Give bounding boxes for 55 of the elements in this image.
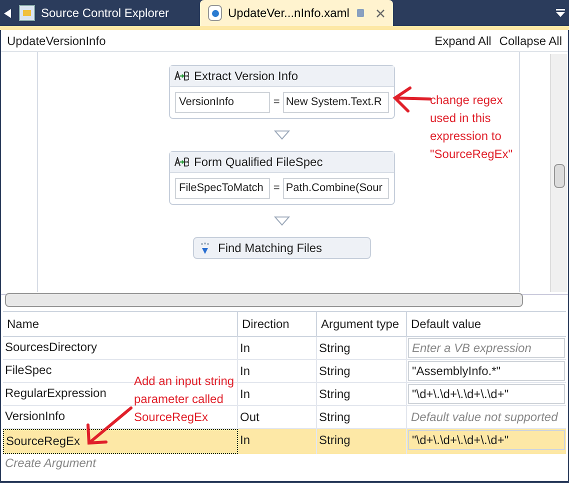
equals-sign: = (272, 95, 281, 110)
document-tab[interactable]: UpdateVer...nInfo.xaml (200, 0, 393, 26)
vertical-scrollbar[interactable] (550, 54, 567, 292)
document-tab[interactable]: Source Control Explorer (15, 0, 200, 26)
default-value-field[interactable]: "AssemblyInfo.*" (408, 361, 565, 381)
horizontal-scrollbar[interactable] (5, 293, 523, 307)
default-value-field[interactable]: "\d+\.\d+\.\d+\.\d+" (408, 430, 565, 450)
dropdown-icon[interactable] (556, 9, 565, 17)
column-header[interactable]: Default value (407, 312, 566, 337)
column-header[interactable]: Name (3, 312, 238, 337)
argument-direction[interactable]: In (238, 337, 317, 360)
argument-direction[interactable]: In (238, 383, 317, 406)
argument-name[interactable]: VersionInfo (5, 409, 66, 423)
annotation-text: Add an input string parameter called SourceRegEx (134, 373, 236, 426)
argument-type[interactable]: String (317, 383, 407, 406)
activity-title: Form Qualified FileSpec (194, 154, 323, 171)
header-link[interactable]: Expand All (434, 32, 492, 50)
scroll-left-icon[interactable] (4, 9, 11, 18)
argument-name[interactable]: FileSpec (5, 363, 52, 377)
close-icon[interactable] (376, 8, 385, 18)
arrow-annotation (86, 406, 132, 445)
header-link[interactable]: Collapse All (499, 32, 562, 50)
activity-card[interactable]: Extract Version Info VersionInfo = New System.Text.R (169, 65, 395, 119)
arrow-down-icon (274, 130, 290, 140)
argument-name[interactable]: SourcesDirectory (5, 340, 98, 354)
argument-direction[interactable]: In (238, 360, 317, 383)
arrow-down-icon (274, 216, 290, 226)
create-argument-link[interactable]: Create Argument (3, 454, 98, 472)
column-header[interactable]: Argument type (317, 312, 407, 337)
assign-icon (174, 71, 189, 81)
default-value-field[interactable]: Enter a VB expression (408, 338, 565, 358)
folder-icon (19, 5, 35, 21)
equals-sign: = (272, 181, 281, 196)
argument-name[interactable]: SourceRegEx (6, 434, 80, 448)
assign-to-field[interactable]: VersionInfo (175, 92, 270, 113)
argument-type[interactable]: String (317, 429, 407, 454)
default-value-field[interactable]: "\d+\.\d+\.\d+\.\d+" (408, 384, 565, 404)
annotation-text: change regex used in this expression to "SourceRegEx" (430, 92, 514, 163)
argument-type[interactable]: String (317, 337, 407, 360)
column-header[interactable]: Direction (238, 312, 317, 337)
activity-title: Find Matching Files (218, 240, 322, 257)
workflow-title: UpdateVersionInfo (7, 32, 106, 50)
activity-card[interactable]: Form Qualified FileSpec FileSpecToMatch = Path.Combine(Sour (169, 151, 395, 205)
default-value-note: Default value not supported (410, 409, 559, 426)
assign-value-field[interactable]: Path.Combine(Sour (282, 178, 389, 199)
argument-name[interactable]: RegularExpression (5, 386, 106, 400)
activity-title: Extract Version Info (194, 68, 298, 85)
arrow-annotation (392, 86, 432, 112)
assign-icon (174, 157, 189, 167)
document-icon (208, 5, 222, 21)
activity-card[interactable]: Find Matching Files (193, 237, 371, 259)
argument-type[interactable]: String (317, 360, 407, 383)
assign-value-field[interactable]: New System.Text.R (282, 92, 389, 113)
assign-to-field[interactable]: FileSpecToMatch (175, 178, 270, 199)
argument-direction[interactable]: In (238, 429, 317, 454)
